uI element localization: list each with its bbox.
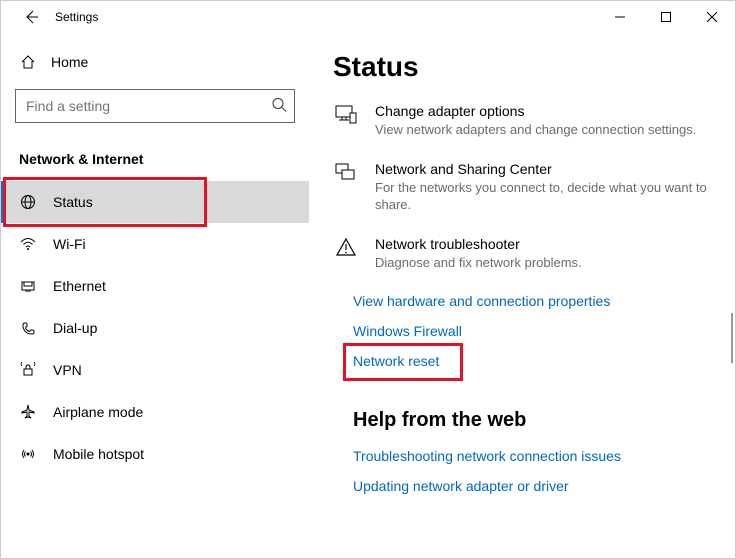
option-desc: View network adapters and change connect… [375, 121, 715, 139]
sidebar-item-label: Ethernet [53, 278, 106, 294]
scrollbar[interactable] [731, 313, 733, 363]
sidebar: Home Network & Internet Status [1, 33, 309, 558]
home-nav[interactable]: Home [1, 43, 309, 81]
search-input[interactable] [15, 89, 295, 123]
wifi-icon [19, 235, 37, 253]
home-icon [19, 53, 37, 71]
link-windows-firewall[interactable]: Windows Firewall [353, 323, 725, 339]
option-troubleshoot[interactable]: Network troubleshooter Diagnose and fix … [333, 236, 725, 272]
arrow-left-icon [23, 9, 39, 25]
main-pane: Status Change adapter options View netwo… [309, 33, 735, 558]
minimize-button[interactable] [597, 1, 643, 33]
option-title: Change adapter options [375, 103, 715, 119]
minimize-icon [615, 12, 625, 22]
sidebar-item-vpn[interactable]: VPN [1, 349, 309, 391]
link-hardware-properties[interactable]: View hardware and connection properties [353, 293, 725, 309]
maximize-icon [661, 12, 671, 22]
vpn-icon [19, 361, 37, 379]
link-help-update-adapter[interactable]: Updating network adapter or driver [353, 478, 725, 494]
sidebar-item-label: Dial-up [53, 320, 97, 336]
page-title: Status [333, 51, 725, 83]
sidebar-item-label: VPN [53, 362, 82, 378]
window-controls [597, 1, 735, 33]
sidebar-item-airplane[interactable]: Airplane mode [1, 391, 309, 433]
close-button[interactable] [689, 1, 735, 33]
option-title: Network and Sharing Center [375, 161, 715, 177]
option-desc: For the networks you connect to, decide … [375, 179, 715, 214]
sidebar-item-dialup[interactable]: Dial-up [1, 307, 309, 349]
sidebar-item-label: Airplane mode [53, 404, 143, 420]
close-icon [707, 12, 717, 22]
ethernet-icon [19, 277, 37, 295]
sidebar-item-label: Mobile hotspot [53, 446, 144, 462]
category-heading: Network & Internet [19, 151, 309, 167]
warning-icon [333, 236, 359, 272]
dialup-icon [19, 319, 37, 337]
maximize-button[interactable] [643, 1, 689, 33]
sharing-icon [333, 161, 359, 214]
sidebar-item-status[interactable]: Status [1, 181, 309, 223]
option-sharing[interactable]: Network and Sharing Center For the netwo… [333, 161, 725, 214]
sidebar-item-label: Status [53, 194, 93, 210]
sidebar-item-wifi[interactable]: Wi-Fi [1, 223, 309, 265]
search-icon [271, 97, 287, 116]
home-label: Home [51, 54, 88, 70]
link-help-troubleshoot[interactable]: Troubleshooting network connection issue… [353, 448, 725, 464]
option-title: Network troubleshooter [375, 236, 715, 252]
option-desc: Diagnose and fix network problems. [375, 254, 715, 272]
link-network-reset[interactable]: Network reset [353, 353, 439, 369]
globe-icon [19, 193, 37, 211]
window-title: Settings [55, 10, 98, 24]
monitor-icon [333, 103, 359, 139]
titlebar: Settings [1, 1, 735, 33]
option-adapter[interactable]: Change adapter options View network adap… [333, 103, 725, 139]
sidebar-item-hotspot[interactable]: Mobile hotspot [1, 433, 309, 475]
search-box [15, 89, 295, 123]
sidebar-item-ethernet[interactable]: Ethernet [1, 265, 309, 307]
help-heading: Help from the web [353, 409, 725, 432]
hotspot-icon [19, 445, 37, 463]
sidebar-item-label: Wi-Fi [53, 236, 86, 252]
airplane-icon [19, 403, 37, 421]
back-button[interactable] [15, 1, 47, 33]
